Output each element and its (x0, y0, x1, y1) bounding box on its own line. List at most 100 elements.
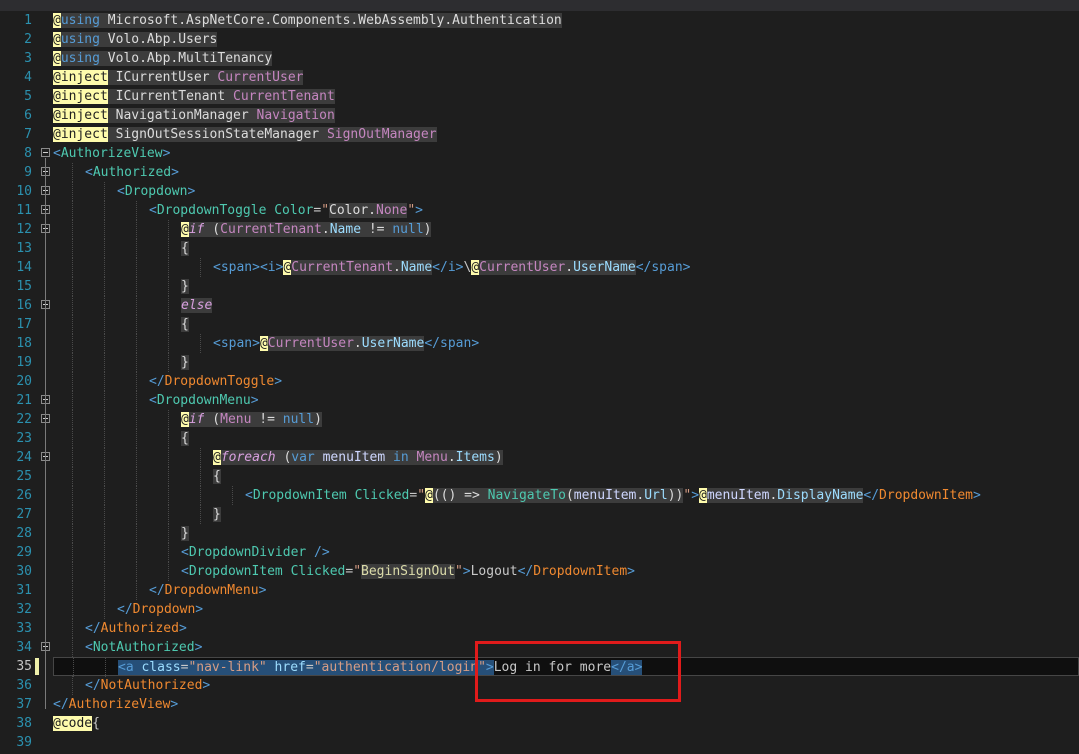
code-line[interactable]: 4 @inject ICurrentUser CurrentUser (0, 68, 1079, 87)
code-line[interactable]: 9 <Authorized> (0, 163, 1079, 182)
indent-guide (104, 391, 105, 410)
code-line[interactable]: 22 @if (Menu != null) (0, 410, 1079, 429)
code-line[interactable]: 18 <span>@CurrentUser.UserName</span> (0, 334, 1079, 353)
code-line[interactable]: 2 @using Volo.Abp.Users (0, 30, 1079, 49)
code-line[interactable]: 14 <span><i>@CurrentTenant.Name</i>\@Curr… (0, 258, 1079, 277)
code-token: foreach (220, 450, 276, 465)
code-line[interactable]: 32 </Dropdown> (0, 600, 1079, 619)
code-line[interactable]: 17 { (0, 315, 1079, 334)
code-token: . (321, 222, 330, 237)
code-line[interactable]: 23 { (0, 429, 1079, 448)
code-token: else (181, 298, 213, 313)
line-number[interactable]: 1 (0, 11, 32, 30)
code-line[interactable]: 27} (0, 505, 1079, 524)
code-token: < (117, 184, 125, 199)
line-number[interactable]: 15 (0, 277, 32, 296)
code-token: class (133, 660, 181, 675)
code-line[interactable]: 11 <DropdownToggle Color="Color.None"> (0, 201, 1079, 220)
code-line[interactable]: 39 (0, 733, 1079, 752)
code-token: @ (425, 488, 433, 503)
code-line[interactable]: 19} (0, 353, 1079, 372)
code-line[interactable]: 8 <AuthorizeView> (0, 144, 1079, 163)
code-line[interactable]: 38 @code{ (0, 714, 1079, 733)
code-line[interactable]: 16 else (0, 296, 1079, 315)
code-line[interactable]: 26 <DropdownItem Clicked="@(() => Navigat… (0, 486, 1079, 505)
line-number[interactable]: 36 (0, 676, 32, 695)
code-line[interactable]: 31 </DropdownMenu> (0, 581, 1079, 600)
code-line[interactable]: 25 { (0, 467, 1079, 486)
line-number[interactable]: 32 (0, 600, 32, 619)
line-number[interactable]: 11 (0, 201, 32, 220)
line-number[interactable]: 29 (0, 543, 32, 562)
line-number[interactable]: 17 (0, 315, 32, 334)
line-number[interactable]: 37 (0, 695, 32, 714)
line-number[interactable]: 22 (0, 410, 32, 429)
line-number[interactable]: 7 (0, 125, 32, 144)
line-number[interactable]: 30 (0, 562, 32, 581)
line-number[interactable]: 24 (0, 448, 32, 467)
code-line[interactable]: 30 <DropdownItem Clicked="BeginSignOut">L… (0, 562, 1079, 581)
code-token: Color. (329, 203, 376, 218)
code-token: DropdownItem (533, 564, 628, 579)
line-number[interactable]: 10 (0, 182, 32, 201)
code-line[interactable]: 12 @if (CurrentTenant.Name != null) (0, 220, 1079, 239)
line-number[interactable]: 28 (0, 524, 32, 543)
line-number[interactable]: 3 (0, 49, 32, 68)
code-line[interactable]: 1 @using Microsoft.AspNetCore.Components.… (0, 11, 1079, 30)
line-number[interactable]: 33 (0, 619, 32, 638)
line-number[interactable]: 31 (0, 581, 32, 600)
line-number[interactable]: 18 (0, 334, 32, 353)
code-line[interactable]: 7 @inject SignOutSessionStateManager Sign… (0, 125, 1079, 144)
code-token: "nav-link" (188, 660, 267, 675)
code-line[interactable]: 21 <DropdownMenu> (0, 391, 1079, 410)
line-number[interactable]: 5 (0, 87, 32, 106)
code-token: . (447, 450, 456, 465)
indent-guide (136, 391, 137, 410)
line-number[interactable]: 26 (0, 486, 32, 505)
line-number[interactable]: 35 (0, 657, 32, 676)
code-token: @inject (53, 108, 108, 123)
code-text: </DropdownMenu> (149, 581, 266, 600)
line-number[interactable]: 20 (0, 372, 32, 391)
code-line[interactable]: 24 @foreach (var menuItem in Menu.Items) (0, 448, 1079, 467)
line-number[interactable]: 27 (0, 505, 32, 524)
line-number[interactable]: 13 (0, 239, 32, 258)
code-token: < (181, 545, 189, 560)
line-number[interactable]: 8 (0, 144, 32, 163)
line-number[interactable]: 9 (0, 163, 32, 182)
line-number[interactable]: 19 (0, 353, 32, 372)
code-line[interactable]: 3 @using Volo.Abp.MultiTenancy (0, 49, 1079, 68)
line-number[interactable]: 12 (0, 220, 32, 239)
line-number[interactable]: 21 (0, 391, 32, 410)
code-text: @using Volo.Abp.MultiTenancy (53, 49, 273, 68)
code-text: } (213, 505, 221, 524)
code-line[interactable]: 33 </Authorized> (0, 619, 1079, 638)
line-number[interactable]: 16 (0, 296, 32, 315)
line-number[interactable]: 34 (0, 638, 32, 657)
code-line[interactable]: 13 { (0, 239, 1079, 258)
code-line[interactable]: 6 @inject NavigationManager Navigation (0, 106, 1079, 125)
code-token: < (213, 260, 221, 275)
collapse-region-icon[interactable] (41, 148, 50, 157)
indent-guide (136, 220, 137, 239)
code-token: UserName (361, 336, 425, 351)
line-number[interactable]: 4 (0, 68, 32, 87)
code-line[interactable]: 20 </DropdownToggle> (0, 372, 1079, 391)
code-line[interactable]: 5 @inject ICurrentTenant CurrentTenant (0, 87, 1079, 106)
code-line[interactable]: 10 <Dropdown> (0, 182, 1079, 201)
line-number[interactable]: 23 (0, 429, 32, 448)
code-line[interactable]: 28} (0, 524, 1079, 543)
indent-guide (72, 562, 73, 581)
code-line[interactable]: 15} (0, 277, 1079, 296)
code-text: @foreach (var menuItem in Menu.Items) (213, 448, 503, 467)
code-line[interactable]: 29 <DropdownDivider /> (0, 543, 1079, 562)
line-number[interactable]: 14 (0, 258, 32, 277)
line-number[interactable]: 6 (0, 106, 32, 125)
code-token: Url (644, 488, 668, 503)
line-number[interactable]: 25 (0, 467, 32, 486)
line-number[interactable]: 38 (0, 714, 32, 733)
line-number[interactable]: 2 (0, 30, 32, 49)
line-number[interactable]: 39 (0, 733, 32, 752)
indent-guide (72, 524, 73, 543)
code-token: > (195, 602, 204, 617)
